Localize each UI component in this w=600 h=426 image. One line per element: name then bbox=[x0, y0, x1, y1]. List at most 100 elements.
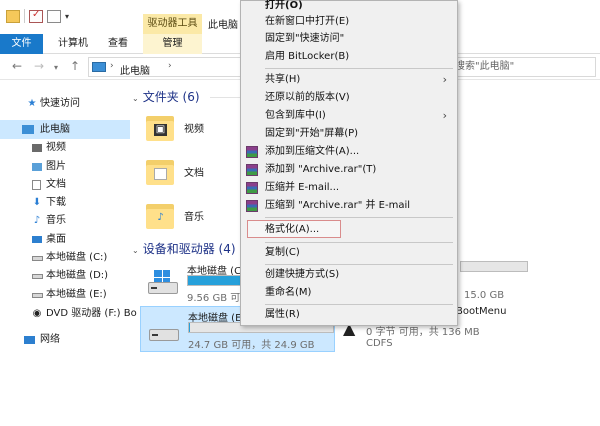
menu-item-add-to-archive-rar[interactable]: 添加到 "Archive.rar"(T) bbox=[241, 161, 457, 179]
search-input[interactable]: 搜索"此电脑" bbox=[450, 57, 596, 77]
menu-item-create-shortcut[interactable]: 创建快捷方式(S) bbox=[241, 266, 457, 284]
sidebar-item-dvd-drive[interactable]: ◉ DVD 驱动器 (F:) Bo bbox=[0, 304, 137, 323]
folder-music[interactable]: ♪ 音乐 bbox=[144, 196, 244, 236]
sidebar-item-downloads[interactable]: ⬇ 下载 bbox=[0, 193, 130, 212]
recent-locations-chevron-icon[interactable]: ▾ bbox=[54, 63, 58, 72]
menu-item-properties[interactable]: 属性(R) bbox=[241, 306, 457, 324]
menu-item-share[interactable]: 共享(H) › bbox=[241, 71, 457, 89]
breadcrumb-this-pc[interactable]: 此电脑 bbox=[120, 62, 150, 77]
tab-manage[interactable]: 管理 bbox=[143, 34, 202, 54]
sidebar-item-this-pc[interactable]: 此电脑 bbox=[0, 120, 130, 139]
folders-group-header[interactable]: ⌄ 文件夹 (6) bbox=[132, 88, 200, 105]
sidebar-item-documents[interactable]: 文档 bbox=[0, 175, 130, 194]
document-icon bbox=[32, 180, 41, 190]
menu-item-pin-start[interactable]: 固定到"开始"屏幕(P) bbox=[241, 125, 457, 143]
qat-dropdown-icon[interactable]: ▾ bbox=[65, 12, 69, 21]
winrar-icon bbox=[246, 164, 258, 176]
tab-computer[interactable]: 计算机 bbox=[53, 34, 93, 54]
sidebar-item-music[interactable]: ♪ 音乐 bbox=[0, 211, 130, 230]
sidebar-item-network[interactable]: 网络 bbox=[0, 330, 130, 349]
drive-icon bbox=[149, 317, 179, 343]
sidebar-item-label: 本地磁盘 (D:) bbox=[46, 270, 109, 281]
network-icon bbox=[24, 336, 35, 344]
sidebar-item-label: 文档 bbox=[46, 179, 66, 190]
sidebar-item-label: 本地磁盘 (C:) bbox=[46, 252, 108, 263]
video-icon bbox=[32, 144, 42, 152]
menu-item-open-new-window[interactable]: 在新窗口中打开(E) bbox=[241, 13, 457, 31]
menu-item-compress-rar-email[interactable]: 压缩到 "Archive.rar" 并 E-mail bbox=[241, 197, 457, 215]
drive-context-menu: 打开(O) 在新窗口中打开(E) 固定到"快速访问" 启用 BitLocker(… bbox=[240, 0, 458, 326]
group-header-label: 文件夹 (6) bbox=[142, 90, 200, 104]
drive-d-total-size: 15.0 GB bbox=[464, 290, 505, 301]
drive-d-usage-bar bbox=[460, 261, 528, 272]
sidebar-item-desktop[interactable]: 桌面 bbox=[0, 230, 130, 249]
sidebar-item-label: 下载 bbox=[46, 197, 66, 208]
sidebar-item-drive-c[interactable]: 本地磁盘 (C:) bbox=[0, 248, 130, 267]
desktop-icon bbox=[32, 236, 42, 243]
music-icon: ♪ bbox=[33, 215, 41, 226]
sidebar-item-pictures[interactable]: 图片 bbox=[0, 157, 130, 176]
folder-icon[interactable] bbox=[6, 9, 20, 23]
new-folder-icon[interactable] bbox=[47, 9, 61, 23]
folder-label: 视频 bbox=[184, 124, 204, 135]
star-icon: ★ bbox=[27, 98, 37, 109]
sidebar-item-label: 快速访问 bbox=[40, 98, 80, 109]
sidebar-item-drive-e[interactable]: 本地磁盘 (E:) bbox=[0, 285, 130, 304]
sidebar-item-label: 音乐 bbox=[46, 215, 66, 226]
chevron-down-icon: ⌄ bbox=[132, 94, 139, 103]
download-icon: ⬇ bbox=[32, 197, 42, 208]
dvd-icon: ◉ bbox=[32, 308, 42, 319]
winrar-icon bbox=[246, 146, 258, 158]
picture-icon bbox=[32, 163, 42, 171]
system-drive-icon bbox=[148, 270, 178, 296]
menu-item-label: 添加到压缩文件(A)... bbox=[265, 146, 360, 157]
menu-item-label: 压缩到 "Archive.rar" 并 E-mail bbox=[265, 200, 411, 211]
menu-item-copy[interactable]: 复制(C) bbox=[241, 244, 457, 262]
tab-view[interactable]: 查看 bbox=[103, 34, 133, 54]
dvd-filesystem: CDFS bbox=[366, 338, 393, 349]
menu-item-label: 压缩并 E-mail... bbox=[265, 182, 340, 193]
video-folder-icon: ▣ bbox=[146, 110, 174, 144]
menu-separator bbox=[265, 68, 453, 69]
forward-arrow-icon[interactable]: → bbox=[34, 59, 44, 73]
document-folder-icon bbox=[146, 154, 174, 188]
menu-item-add-to-archive[interactable]: 添加到压缩文件(A)... bbox=[241, 143, 457, 161]
folder-label: 音乐 bbox=[184, 212, 204, 223]
sidebar-item-label: 本地磁盘 (E:) bbox=[46, 289, 107, 300]
sidebar-item-label: 此电脑 bbox=[40, 124, 70, 135]
sidebar-item-videos[interactable]: 视频 bbox=[0, 138, 130, 157]
window-title: 此电脑 bbox=[208, 20, 238, 31]
group-header-label: 设备和驱动器 (4) bbox=[142, 242, 236, 256]
menu-item-enable-bitlocker[interactable]: 启用 BitLocker(B) bbox=[241, 48, 457, 66]
menu-item-rename[interactable]: 重命名(M) bbox=[241, 284, 457, 302]
menu-item-format[interactable]: 格式化(A)... bbox=[247, 220, 341, 238]
dvd-volume-name: BootMenu bbox=[456, 306, 507, 317]
devices-group-header[interactable]: ⌄ 设备和驱动器 (4) bbox=[132, 240, 236, 257]
drive-icon bbox=[32, 256, 43, 261]
menu-item-restore-previous[interactable]: 还原以前的版本(V) bbox=[241, 89, 457, 107]
folder-videos[interactable]: ▣ 视频 bbox=[144, 108, 244, 148]
tab-file[interactable]: 文件 bbox=[0, 34, 43, 54]
properties-icon[interactable] bbox=[29, 9, 43, 23]
menu-separator bbox=[265, 304, 453, 305]
menu-item-include-in-library[interactable]: 包含到库中(I) › bbox=[241, 107, 457, 125]
menu-item-compress-email[interactable]: 压缩并 E-mail... bbox=[241, 179, 457, 197]
navigation-pane: ★ 快速访问 此电脑 视频 图片 文档 ⬇ 下载 ♪ 音乐 桌面 本地磁盘 (C… bbox=[0, 80, 137, 426]
chevron-down-icon: ⌄ bbox=[132, 246, 139, 255]
up-arrow-icon[interactable]: ↑ bbox=[70, 59, 80, 73]
folder-documents[interactable]: 文档 bbox=[144, 152, 244, 192]
chevron-right-icon[interactable]: › bbox=[168, 61, 172, 71]
winrar-icon bbox=[246, 182, 258, 194]
drive-free-space: 24.7 GB 可用，共 24.9 GB bbox=[188, 340, 315, 351]
sidebar-item-quick-access[interactable]: ★ 快速访问 bbox=[0, 94, 130, 113]
drive-tools-context-tab: 驱动器工具 bbox=[143, 14, 202, 34]
sidebar-item-label: DVD 驱动器 (F:) Bo bbox=[46, 308, 137, 319]
menu-item-pin-quick-access[interactable]: 固定到"快速访问" bbox=[241, 30, 457, 48]
chevron-right-icon: › bbox=[442, 109, 447, 122]
menu-separator bbox=[265, 264, 453, 265]
chevron-right-icon[interactable]: › bbox=[110, 61, 114, 71]
music-folder-icon: ♪ bbox=[146, 198, 174, 232]
back-arrow-icon[interactable]: ← bbox=[12, 59, 22, 73]
sidebar-item-drive-d[interactable]: 本地磁盘 (D:) bbox=[0, 266, 130, 285]
menu-item-label: 包含到库中(I) bbox=[265, 110, 326, 121]
